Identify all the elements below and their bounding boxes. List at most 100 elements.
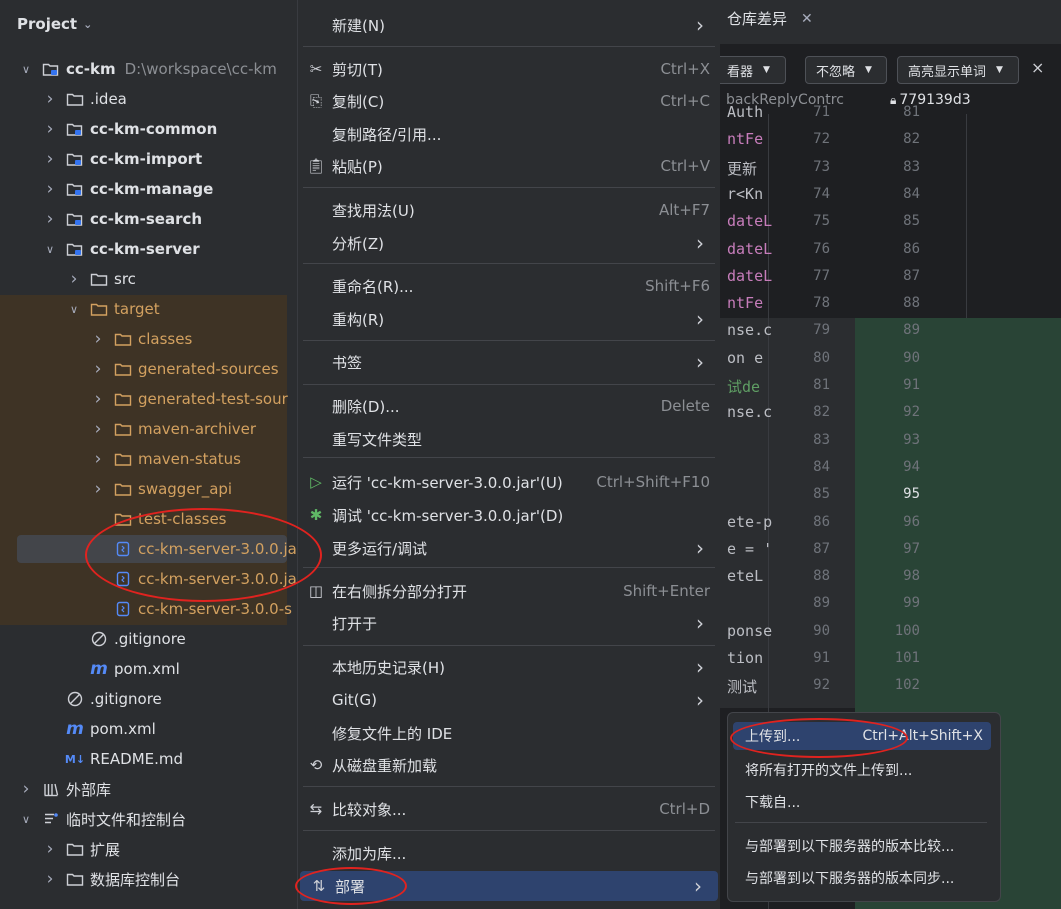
menu-item[interactable]: 新建(N) › bbox=[297, 10, 720, 40]
submenu-item[interactable]: 与部署到以下服务器的版本比较... bbox=[733, 832, 991, 860]
folder-icon bbox=[90, 271, 108, 287]
submenu-item[interactable]: 上传到... Ctrl+Alt+Shift+X bbox=[733, 722, 991, 750]
tree-node[interactable]: .gitignore bbox=[0, 684, 344, 714]
menu-item-label: Git(G) bbox=[332, 691, 377, 709]
chevron-right-icon[interactable]: › bbox=[20, 779, 32, 799]
menu-item[interactable]: ▷ 运行 'cc-km-server-3.0.0.jar'(U) Ctrl+Shif… bbox=[297, 467, 720, 497]
menu-item[interactable]: 分析(Z) › bbox=[297, 228, 720, 258]
menu-item[interactable]: ⟲ 从磁盘重新加载 bbox=[297, 750, 720, 780]
tree-node-label: cc-km-server bbox=[90, 240, 200, 258]
tree-node[interactable]: ∨ 临时文件和控制台 bbox=[0, 804, 320, 834]
chevron-right-icon[interactable]: › bbox=[44, 869, 56, 889]
tree-node[interactable]: › 扩展 bbox=[0, 834, 344, 864]
chevron-right-icon[interactable]: › bbox=[68, 269, 80, 289]
excluded-folder-icon bbox=[114, 391, 132, 407]
menu-item[interactable]: ⎘ 复制(C) Ctrl+C bbox=[297, 86, 720, 116]
menu-item[interactable]: ✂ 剪切(T) Ctrl+X bbox=[297, 54, 720, 84]
menu-item[interactable]: 重命名(R)... Shift+F6 bbox=[297, 271, 720, 301]
project-view-selector[interactable]: Project ⌄ bbox=[17, 12, 92, 36]
chevron-down-icon[interactable]: ∨ bbox=[20, 63, 32, 76]
menu-item[interactable]: 修复文件上的 IDE bbox=[297, 718, 720, 748]
tab-repo-diff[interactable]: 仓库差异 ✕ bbox=[727, 8, 813, 29]
right-line-number: 89 bbox=[903, 322, 920, 339]
chevron-right-icon[interactable]: › bbox=[44, 89, 56, 109]
chevron-right-icon[interactable]: › bbox=[92, 449, 104, 469]
code-line-fragment: 更新 bbox=[727, 159, 758, 178]
chevron-right-icon[interactable]: › bbox=[44, 119, 56, 139]
tree-node[interactable]: › 外部库 bbox=[0, 774, 320, 804]
viewer-select[interactable]: 看器 ▼ bbox=[716, 56, 786, 84]
tree-node[interactable]: ∨ cc-km D:\workspace\cc-km bbox=[0, 54, 320, 84]
menu-separator bbox=[303, 457, 715, 458]
menu-item[interactable]: 重写文件类型 bbox=[297, 424, 720, 454]
tree-node-label: 数据库控制台 bbox=[90, 870, 181, 889]
menu-item[interactable]: 书签 › bbox=[297, 347, 720, 377]
left-line-number: 80 bbox=[813, 349, 830, 366]
maven-icon: m bbox=[66, 719, 84, 739]
menu-item[interactable]: 重构(R) › bbox=[297, 304, 720, 334]
menu-item[interactable]: ◫ 在右侧拆分部分打开 Shift+Enter bbox=[297, 576, 720, 606]
close-icon[interactable]: ✕ bbox=[801, 11, 813, 27]
tree-node[interactable]: › .idea bbox=[0, 84, 344, 114]
menu-item[interactable]: ⇆ 比较对象... Ctrl+D bbox=[297, 794, 720, 824]
code-line-fragment: eteL bbox=[727, 567, 764, 586]
tree-node[interactable]: › cc-km-import bbox=[0, 144, 344, 174]
left-line-number: 77 bbox=[813, 267, 830, 284]
right-line-number: 88 bbox=[903, 295, 920, 312]
chevron-right-icon[interactable]: › bbox=[92, 389, 104, 409]
submenu-item[interactable]: 下载自... bbox=[733, 788, 991, 816]
menu-item[interactable]: ✱ 调试 'cc-km-server-3.0.0.jar'(D) bbox=[297, 500, 720, 530]
chevron-right-icon[interactable]: › bbox=[44, 149, 56, 169]
menu-separator bbox=[303, 384, 715, 385]
submenu-item[interactable]: 将所有打开的文件上传到... bbox=[733, 756, 991, 784]
ignore-select[interactable]: 不忽略 ▼ bbox=[805, 56, 887, 84]
chevron-right-icon[interactable]: › bbox=[92, 359, 104, 379]
collapse-icon[interactable]: ⨯ bbox=[1031, 58, 1044, 77]
highlight-select[interactable]: 高亮显示单词 ▼ bbox=[897, 56, 1019, 84]
menu-item[interactable]: 📋︎ 粘贴(P) Ctrl+V bbox=[297, 151, 720, 181]
menu-item-label: 比较对象... bbox=[332, 800, 407, 819]
submenu-item[interactable]: 与部署到以下服务器的版本同步... bbox=[733, 864, 991, 892]
run-icon: ▷ bbox=[310, 473, 322, 491]
tree-node[interactable]: › cc-km-search bbox=[0, 204, 344, 234]
dropdown-icon: ▼ bbox=[865, 65, 872, 75]
tree-node[interactable]: › cc-km-manage bbox=[0, 174, 344, 204]
tree-node[interactable]: › 数据库控制台 bbox=[0, 864, 344, 894]
menu-item-shortcut: Ctrl+C bbox=[660, 92, 710, 110]
tab-label: 仓库差异 bbox=[727, 10, 788, 28]
chevron-right-icon[interactable]: › bbox=[44, 839, 56, 859]
chevron-down-icon[interactable]: ∨ bbox=[44, 243, 56, 256]
menu-item[interactable]: ⇅ 部署 › bbox=[300, 871, 718, 901]
chevron-right-icon[interactable]: › bbox=[44, 209, 56, 229]
menu-item[interactable]: 本地历史记录(H) › bbox=[297, 652, 720, 682]
menu-item[interactable]: 查找用法(U) Alt+F7 bbox=[297, 195, 720, 225]
tree-node-label: maven-archiver bbox=[138, 420, 257, 438]
chevron-right-icon[interactable]: › bbox=[92, 419, 104, 439]
left-line-number: 71 bbox=[813, 104, 830, 120]
menu-item[interactable]: 打开于 › bbox=[297, 608, 720, 638]
tree-node-label: target bbox=[114, 300, 160, 318]
chevron-right-icon[interactable]: › bbox=[44, 179, 56, 199]
tree-node[interactable]: ∨ cc-km-server bbox=[0, 234, 344, 264]
menu-item[interactable]: 删除(D)... Delete bbox=[297, 391, 720, 421]
menu-item-label: 重命名(R)... bbox=[332, 277, 414, 296]
chevron-down-icon[interactable]: ∨ bbox=[68, 303, 80, 316]
tree-node[interactable]: M↓ README.md bbox=[0, 744, 344, 774]
right-line-number: 86 bbox=[903, 240, 920, 257]
reload-icon: ⟲ bbox=[309, 756, 323, 774]
chevron-right-icon: › bbox=[696, 350, 704, 374]
left-line-number: 86 bbox=[813, 513, 830, 530]
menu-item[interactable]: 添加为库... bbox=[297, 838, 720, 868]
menu-separator bbox=[303, 645, 715, 646]
tree-node[interactable]: › cc-km-common bbox=[0, 114, 344, 144]
menu-item[interactable]: Git(G) › bbox=[297, 685, 720, 715]
tree-node-label: cc-km-manage bbox=[90, 180, 214, 198]
chevron-right-icon: › bbox=[696, 536, 704, 560]
chevron-down-icon[interactable]: ∨ bbox=[20, 813, 32, 826]
menu-item[interactable]: 更多运行/调试 › bbox=[297, 533, 720, 563]
tree-node[interactable]: m pom.xml bbox=[0, 714, 344, 744]
left-line-number: 83 bbox=[813, 431, 830, 448]
menu-item[interactable]: 复制路径/引用... bbox=[297, 119, 720, 149]
chevron-right-icon[interactable]: › bbox=[92, 329, 104, 349]
chevron-right-icon[interactable]: › bbox=[92, 479, 104, 499]
